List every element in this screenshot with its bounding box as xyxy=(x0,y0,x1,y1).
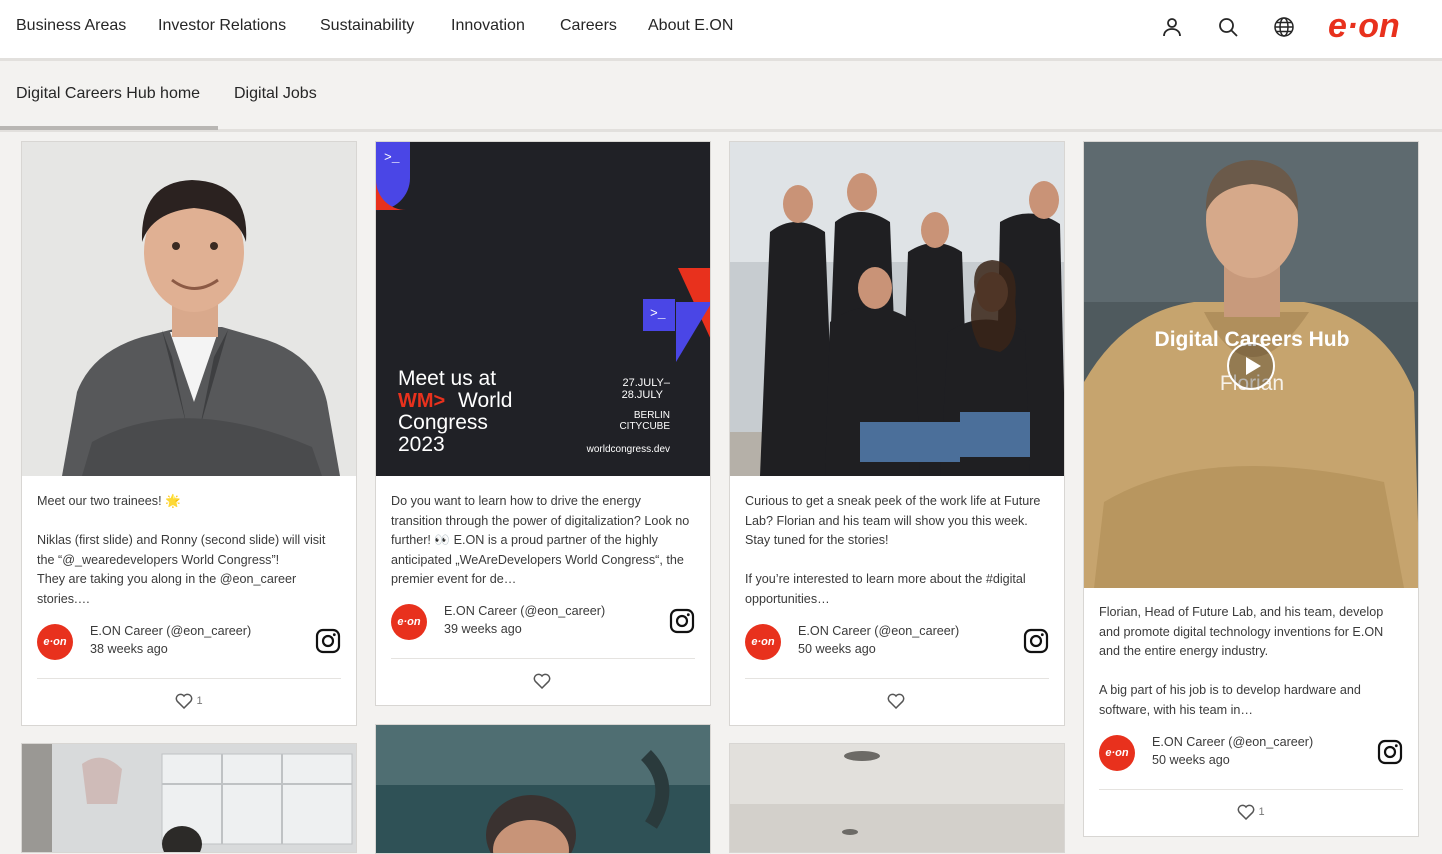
card-divider xyxy=(745,678,1049,679)
like-count: 1 xyxy=(196,695,203,707)
nav-investor-relations[interactable]: Investor Relations xyxy=(158,17,286,35)
poster-year: 2023 xyxy=(398,433,445,456)
social-post-card[interactable] xyxy=(21,743,357,853)
poster-url: worldcongress.dev xyxy=(586,444,670,455)
poster-heading-2: World xyxy=(458,389,513,412)
instagram-icon[interactable] xyxy=(1377,739,1403,765)
subnav-digital-careers-hub-home[interactable]: Digital Careers Hub home xyxy=(16,85,200,103)
social-post-card[interactable] xyxy=(729,743,1065,853)
card-divider xyxy=(37,678,341,679)
instagram-icon[interactable] xyxy=(669,608,695,634)
heart-icon[interactable] xyxy=(175,693,193,709)
post-time: 50 weeks ago xyxy=(798,642,876,656)
post-time: 39 weeks ago xyxy=(444,622,522,636)
post-author: e·on E.ON Career (@eon_career) 39 weeks … xyxy=(391,604,695,644)
play-icon xyxy=(1246,357,1261,375)
post-time: 38 weeks ago xyxy=(90,642,168,656)
author-avatar[interactable]: e·on xyxy=(391,604,427,640)
post-author: e·on E.ON Career (@eon_career) 38 weeks … xyxy=(37,624,341,664)
nav-careers[interactable]: Careers xyxy=(560,17,617,35)
poster-heading-1: Meet us at xyxy=(398,367,497,390)
play-button[interactable] xyxy=(1227,342,1275,390)
like-control[interactable] xyxy=(730,691,1064,711)
sub-navigation: Digital Careers Hub home Digital Jobs xyxy=(0,61,1442,132)
active-tab-indicator xyxy=(0,126,218,130)
post-time: 50 weeks ago xyxy=(1152,753,1230,767)
author-name[interactable]: E.ON Career (@eon_career) xyxy=(90,624,251,638)
post-caption: Curious to get a sneak peek of the work … xyxy=(745,494,1041,606)
poster-venue: CITYCUBE xyxy=(619,421,670,432)
post-caption: Meet our two trainees! 🌟 Niklas (first s… xyxy=(37,494,326,606)
author-name[interactable]: E.ON Career (@eon_career) xyxy=(798,624,959,638)
social-post-card[interactable]: Curious to get a sneak peek of the work … xyxy=(729,141,1065,726)
author-avatar[interactable]: e·on xyxy=(1099,735,1135,771)
card-divider xyxy=(391,658,695,659)
nav-about-eon[interactable]: About E.ON xyxy=(648,17,733,35)
author-name[interactable]: E.ON Career (@eon_career) xyxy=(444,604,605,618)
poster-date-1: 27.JULY– xyxy=(622,377,671,389)
post-image-future-lab-team[interactable] xyxy=(730,142,1064,476)
author-avatar[interactable]: e·on xyxy=(745,624,781,660)
card-divider xyxy=(1099,789,1403,790)
author-avatar[interactable]: e·on xyxy=(37,624,73,660)
social-post-card[interactable]: Meet our two trainees! 🌟 Niklas (first s… xyxy=(21,141,357,726)
heart-icon[interactable] xyxy=(1237,804,1255,820)
post-author: e·on E.ON Career (@eon_career) 50 weeks … xyxy=(1099,735,1403,775)
poster-date-2: 28.JULY xyxy=(621,389,663,401)
post-image-ceiling[interactable] xyxy=(730,744,1064,852)
like-control[interactable]: 1 xyxy=(1084,802,1418,822)
post-image-trainee-portrait[interactable] xyxy=(22,142,356,476)
poster-heading-3: Congress xyxy=(398,411,488,434)
like-count: 1 xyxy=(1258,806,1265,818)
nav-innovation[interactable]: Innovation xyxy=(451,17,525,35)
post-image-world-congress-poster[interactable]: >_ >_ Meet us at WM> World Congress 2023… xyxy=(376,142,710,476)
instagram-icon[interactable] xyxy=(1023,628,1049,654)
author-name[interactable]: E.ON Career (@eon_career) xyxy=(1152,735,1313,749)
social-post-card[interactable]: Digital Careers Hub Florian Florian, Hea… xyxy=(1083,141,1419,837)
like-control[interactable]: 1 xyxy=(22,691,356,711)
poster-prompt: >_ xyxy=(384,150,400,165)
subnav-digital-jobs[interactable]: Digital Jobs xyxy=(234,85,317,103)
heart-icon[interactable] xyxy=(533,673,551,689)
nav-business-areas[interactable]: Business Areas xyxy=(16,17,126,35)
social-post-card[interactable]: >_ >_ Meet us at WM> World Congress 2023… xyxy=(375,141,711,706)
social-post-card[interactable] xyxy=(375,724,711,854)
post-author: e·on E.ON Career (@eon_career) 50 weeks … xyxy=(745,624,1049,664)
post-image-portrait[interactable] xyxy=(376,725,710,853)
post-image-office[interactable] xyxy=(22,744,356,852)
search-icon[interactable] xyxy=(1215,14,1241,40)
post-caption: Do you want to learn how to drive the en… xyxy=(391,494,693,587)
top-navigation: Business Areas Investor Relations Sustai… xyxy=(0,0,1442,61)
post-video-florian[interactable]: Digital Careers Hub Florian xyxy=(1084,142,1418,588)
poster-city: BERLIN xyxy=(633,410,670,421)
eon-logo[interactable]: e·on xyxy=(1326,8,1426,44)
poster-logo-mark: WM> xyxy=(398,390,446,412)
user-icon[interactable] xyxy=(1159,14,1185,40)
post-caption: Florian, Head of Future Lab, and his tea… xyxy=(1099,605,1384,717)
instagram-icon[interactable] xyxy=(315,628,341,654)
heart-icon[interactable] xyxy=(887,693,905,709)
nav-sustainability[interactable]: Sustainability xyxy=(320,17,414,35)
globe-icon[interactable] xyxy=(1271,14,1297,40)
poster-prompt-small: >_ xyxy=(650,306,666,321)
logo-text: e·on xyxy=(1328,8,1400,44)
like-control[interactable] xyxy=(376,671,710,691)
